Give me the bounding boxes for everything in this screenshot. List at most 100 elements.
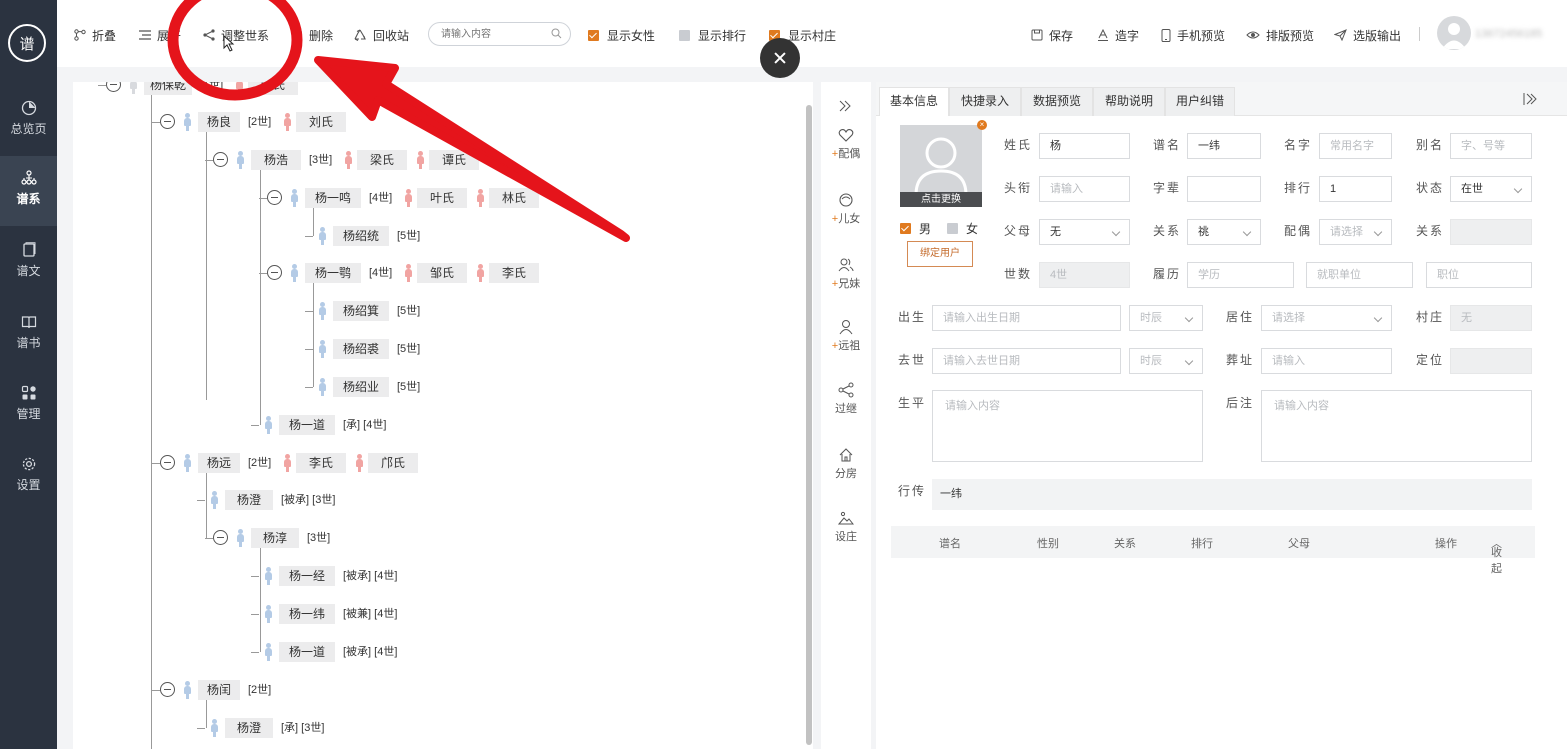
make-char-button[interactable]: 造字 <box>1097 27 1139 43</box>
relation-action-6[interactable]: 设庄 <box>821 510 871 544</box>
user-phone[interactable]: 13672456185 <box>1475 28 1542 40</box>
life-textarea[interactable]: 请输入内容 <box>932 390 1203 462</box>
note-textarea[interactable]: 请输入内容 <box>1261 390 1532 462</box>
photo-placeholder[interactable]: 点击更换 <box>900 125 982 207</box>
app-logo[interactable]: 谱 <box>8 24 46 62</box>
collapse-node-toggle[interactable] <box>213 530 228 545</box>
collapse-node-toggle[interactable] <box>106 82 121 92</box>
spouse-name[interactable]: 谭氏 <box>429 150 479 170</box>
female-checkbox[interactable] <box>947 223 959 234</box>
member-name[interactable]: 杨浩 <box>251 150 301 170</box>
rank-input[interactable]: 1 <box>1319 176 1392 202</box>
alias-input[interactable]: 字、号等 <box>1450 133 1532 159</box>
tab-quick-entry[interactable]: 快捷录入 <box>949 87 1021 116</box>
search-box[interactable] <box>428 22 571 46</box>
collapse-node-toggle[interactable] <box>213 152 228 167</box>
sidebar-item-settings[interactable]: 设置 <box>0 442 57 512</box>
spouse-name[interactable]: 林氏 <box>489 188 539 208</box>
checkbox-unchecked[interactable] <box>679 29 690 41</box>
residence-select[interactable]: 请选择 <box>1261 305 1392 331</box>
parents-select[interactable]: 无 <box>1039 219 1130 245</box>
spouse-name[interactable]: 许氏 <box>248 82 298 95</box>
sidebar-item-manage[interactable]: 管理 <box>0 371 57 441</box>
relation-action-1[interactable]: +儿女 <box>821 192 871 226</box>
member-name[interactable]: 杨澄 <box>225 490 273 510</box>
mobile-preview-button[interactable]: 手机预览 <box>1161 27 1225 43</box>
employer-input[interactable]: 就职单位 <box>1306 262 1413 288</box>
member-name[interactable]: 杨绍业 <box>333 377 389 397</box>
birth-time-select[interactable]: 时辰 <box>1129 305 1203 331</box>
user-avatar[interactable] <box>1437 16 1471 50</box>
bind-user-button[interactable]: 绑定用户 <box>907 241 973 267</box>
recycle-bin-button[interactable]: 回收站 <box>353 27 409 43</box>
search-icon[interactable] <box>551 28 562 39</box>
spouse-name[interactable]: 邹氏 <box>417 263 467 283</box>
tab-help[interactable]: 帮助说明 <box>1093 87 1165 116</box>
member-name[interactable]: 杨闰 <box>198 680 240 700</box>
relation-select[interactable]: 祧 <box>1187 219 1261 245</box>
sidebar-item-overview[interactable]: 总览页 <box>0 86 57 156</box>
spouse-name[interactable]: 梁氏 <box>357 150 407 170</box>
education-input[interactable]: 学历 <box>1187 262 1294 288</box>
collapse-node-toggle[interactable] <box>267 265 282 280</box>
delete-button[interactable]: 删除 <box>291 27 333 43</box>
zi-bei-input[interactable] <box>1187 176 1261 202</box>
status-select[interactable]: 在世 <box>1450 176 1532 202</box>
spouse-name[interactable]: 李氏 <box>296 453 346 473</box>
member-name[interactable]: 杨绍箕 <box>333 301 389 321</box>
member-name[interactable]: 杨一鸣 <box>305 188 361 208</box>
death-date-input[interactable]: 请输入去世日期 <box>932 348 1121 374</box>
tab-user-correction[interactable]: 用户纠错 <box>1165 87 1235 116</box>
collapse-node-toggle[interactable] <box>160 114 175 129</box>
show-rank-toggle[interactable]: 显示排行 <box>679 27 746 43</box>
sidebar-item-lineage[interactable]: 谱系 <box>0 156 57 226</box>
member-name[interactable]: 杨良 <box>198 112 240 132</box>
birth-date-input[interactable]: 请输入出生日期 <box>932 305 1121 331</box>
spouse-select[interactable]: 请选择 <box>1319 219 1392 245</box>
collapse-node-toggle[interactable] <box>160 455 175 470</box>
member-name[interactable]: 杨一道 <box>279 642 335 662</box>
collapse-button[interactable]: 折叠 <box>74 27 116 43</box>
member-name[interactable]: 杨一道 <box>279 415 335 435</box>
position-input[interactable]: 职位 <box>1426 262 1532 288</box>
change-photo-label[interactable]: 点击更换 <box>900 192 982 207</box>
relation-action-5[interactable]: 分房 <box>821 447 871 481</box>
member-name[interactable]: 杨一纬 <box>279 604 335 624</box>
title-input[interactable]: 请输入 <box>1039 176 1130 202</box>
collapse-panel-icon[interactable] <box>1523 93 1537 105</box>
member-name[interactable]: 杨绍裘 <box>333 339 389 359</box>
burial-input[interactable]: 请输入 <box>1261 348 1392 374</box>
search-input[interactable] <box>441 23 551 45</box>
tab-data-preview[interactable]: 数据预览 <box>1021 87 1093 116</box>
relation-action-2[interactable]: +兄妹 <box>821 257 871 291</box>
collapse-node-toggle[interactable] <box>267 190 282 205</box>
surname-input[interactable]: 杨 <box>1039 133 1130 159</box>
remove-photo-icon[interactable]: × <box>977 120 987 130</box>
collapse-table-toggle[interactable]: 收起 ︿ <box>1491 535 1502 575</box>
sidebar-item-book[interactable]: 谱书 <box>0 300 57 370</box>
member-name[interactable]: 杨一鹗 <box>305 263 361 283</box>
export-button[interactable]: 选版输出 <box>1334 27 1401 43</box>
adjust-lineage-button[interactable]: 调整世系 <box>203 27 269 43</box>
layout-preview-button[interactable]: 排版预览 <box>1246 27 1314 43</box>
pu-name-input[interactable]: 一纬 <box>1187 133 1261 159</box>
collapse-node-toggle[interactable] <box>160 682 175 697</box>
sidebar-item-text[interactable]: 谱文 <box>0 228 57 298</box>
relation-action-0[interactable]: +配偶 <box>821 127 871 161</box>
spouse-name[interactable]: 李氏 <box>489 263 539 283</box>
close-overlay-button[interactable] <box>760 38 800 78</box>
death-time-select[interactable]: 时辰 <box>1129 348 1203 374</box>
male-checkbox[interactable] <box>900 223 911 234</box>
tree-scrollbar[interactable] <box>806 105 812 745</box>
spouse-name[interactable]: 刘氏 <box>296 112 346 132</box>
checkbox-checked[interactable] <box>588 29 599 41</box>
member-name[interactable]: 杨一经 <box>279 566 335 586</box>
given-name-input[interactable]: 常用名字 <box>1319 133 1392 159</box>
spouse-name[interactable]: 邝氏 <box>368 453 418 473</box>
double-chevron-right-icon[interactable] <box>839 100 851 112</box>
expand-button[interactable]: 展开 <box>139 27 181 43</box>
tab-basic-info[interactable]: 基本信息 <box>879 87 949 116</box>
member-name[interactable]: 杨绍统 <box>333 226 389 246</box>
save-button[interactable]: 保存 <box>1031 27 1073 43</box>
member-name[interactable]: 杨淳 <box>251 528 299 548</box>
